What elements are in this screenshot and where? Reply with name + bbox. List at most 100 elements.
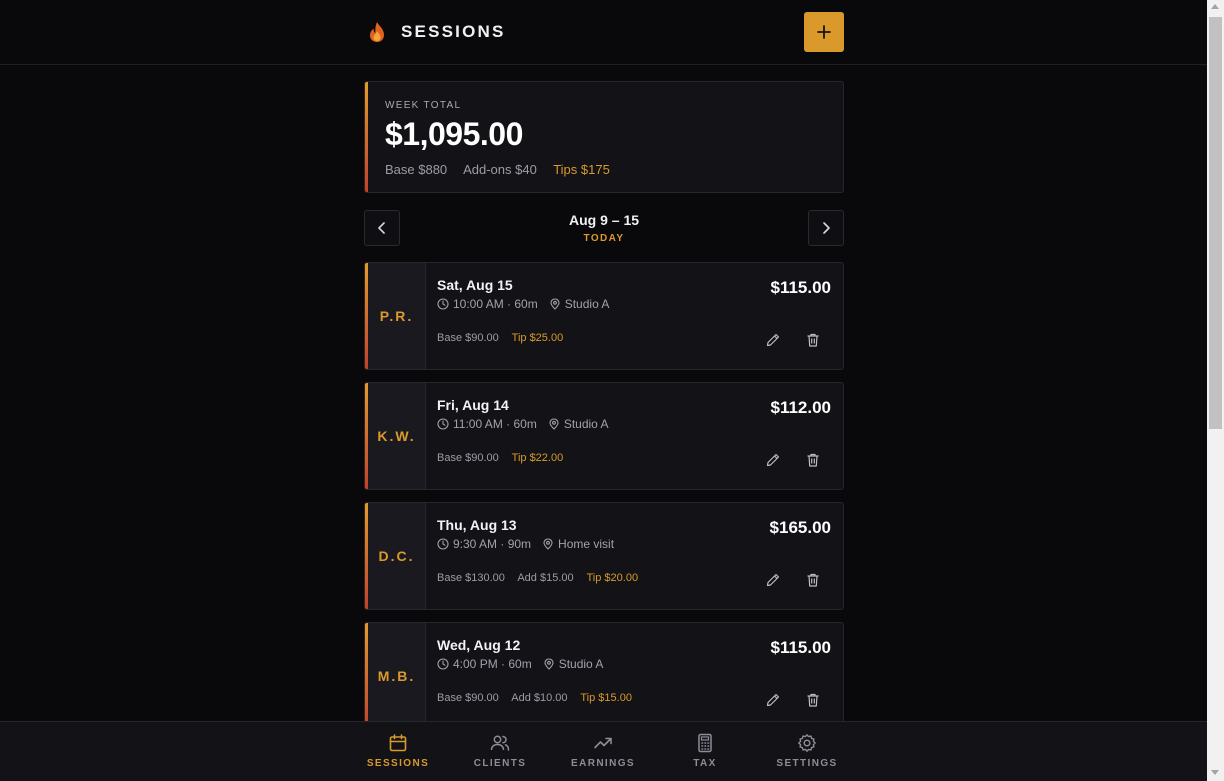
session-card[interactable]: D.C. Thu, Aug 13 9:30 AM · 90m Home visi…: [364, 502, 844, 610]
week-breakdown: Base $880 Add-ons $40 Tips $175: [385, 162, 623, 177]
next-week-button[interactable]: [808, 210, 844, 246]
tab-label: SESSIONS: [366, 758, 430, 769]
delete-session-button[interactable]: [802, 449, 824, 471]
edit-session-button[interactable]: [762, 329, 784, 351]
week-range: Aug 9 – 15: [568, 212, 640, 228]
client-initials-box: P.R.: [368, 263, 426, 369]
trending-up-icon: [594, 737, 612, 749]
chevron-right-icon: [823, 222, 830, 234]
week-total-label: WEEK TOTAL: [385, 100, 462, 111]
session-time: 4:00 PM · 60m: [453, 657, 532, 671]
session-tip: Tip $25.00: [511, 332, 564, 344]
session-time: 11:00 AM · 60m: [453, 417, 537, 431]
plus-icon: [817, 25, 831, 39]
trash-icon: [807, 693, 819, 707]
session-line-items: Base $130.00 Add $15.00 Tip $20.00: [437, 572, 648, 584]
client-initials-box: M.B.: [368, 623, 426, 729]
session-card[interactable]: P.R. Sat, Aug 15 10:00 AM · 60m Studio A…: [364, 262, 844, 370]
client-initials: M.B.: [377, 668, 416, 684]
scrollbar-thumb[interactable]: [1209, 17, 1222, 429]
page-scrollbar[interactable]: [1207, 0, 1224, 781]
session-line-items: Base $90.00 Add $10.00 Tip $15.00: [437, 692, 642, 704]
gear-icon: [798, 734, 816, 752]
bottom-nav: SESSIONS CLIENTS EARNINGS TAX SETTINGS: [0, 721, 1207, 781]
tab-label: TAX: [693, 758, 717, 769]
session-tip: Tip $20.00: [586, 572, 639, 584]
session-tip: Tip $15.00: [580, 692, 632, 704]
session-amount: $112.00: [770, 398, 831, 417]
session-base: Base $90.00: [437, 692, 499, 704]
session-base: Base $130.00: [437, 572, 505, 584]
trash-icon: [807, 333, 819, 347]
clock-icon: [437, 418, 449, 430]
clock-icon: [437, 298, 449, 310]
tab-earnings[interactable]: EARNINGS: [558, 722, 648, 781]
client-initials: D.C.: [378, 548, 415, 564]
flame-icon: [370, 22, 384, 42]
week-total-card: WEEK TOTAL $1,095.00 Base $880 Add-ons $…: [364, 81, 844, 193]
week-addons: Add-ons $40: [463, 162, 537, 177]
session-date: Thu, Aug 13: [437, 517, 517, 533]
scroll-down-arrow-icon[interactable]: [1211, 770, 1219, 775]
scroll-up-arrow-icon[interactable]: [1211, 4, 1219, 9]
session-amount: $165.00: [769, 518, 831, 537]
clock-icon: [437, 538, 449, 550]
delete-session-button[interactable]: [802, 329, 824, 351]
add-session-button[interactable]: [804, 12, 844, 52]
pencil-icon: [766, 693, 780, 707]
tab-label: SETTINGS: [776, 758, 838, 769]
tab-label: CLIENTS: [473, 758, 527, 769]
pencil-icon: [766, 573, 780, 587]
pencil-icon: [766, 453, 780, 467]
today-indicator: TODAY: [583, 233, 625, 244]
users-icon: [490, 735, 510, 751]
week-tips: Tips $175: [553, 162, 610, 177]
tab-sessions[interactable]: SESSIONS: [353, 722, 443, 781]
client-initials: P.R.: [379, 308, 414, 324]
session-date: Sat, Aug 15: [437, 277, 513, 293]
main-viewport: SESSIONS WEEK TOTAL $1,095.00 Base $880 …: [0, 0, 1207, 781]
session-amount: $115.00: [770, 638, 831, 657]
session-location: Studio A: [558, 657, 604, 671]
session-base: Base $90.00: [437, 332, 499, 344]
clock-icon: [437, 658, 449, 670]
client-initials-box: D.C.: [368, 503, 426, 609]
week-base: Base $880: [385, 162, 448, 177]
page-title: SESSIONS: [401, 22, 506, 41]
trash-icon: [807, 573, 819, 587]
edit-session-button[interactable]: [762, 689, 784, 711]
pencil-icon: [766, 333, 780, 347]
tab-clients[interactable]: CLIENTS: [455, 722, 545, 781]
header-inner: SESSIONS: [364, 0, 844, 64]
edit-session-button[interactable]: [762, 569, 784, 591]
session-location: Studio A: [564, 297, 610, 311]
map-pin-icon: [543, 538, 553, 550]
session-meta: 4:00 PM · 60m Studio A: [437, 657, 603, 671]
session-time: 9:30 AM · 90m: [453, 537, 532, 551]
delete-session-button[interactable]: [802, 689, 824, 711]
session-meta: 9:30 AM · 90m Home visit: [437, 537, 614, 551]
top-header: SESSIONS: [0, 0, 1207, 65]
session-line-items: Base $90.00 Tip $25.00: [437, 332, 573, 344]
calendar-icon: [389, 734, 407, 752]
map-pin-icon: [550, 298, 560, 310]
edit-session-button[interactable]: [762, 449, 784, 471]
tab-settings[interactable]: SETTINGS: [762, 722, 852, 781]
session-meta: 11:00 AM · 60m Studio A: [437, 417, 609, 431]
session-date: Wed, Aug 12: [437, 637, 521, 653]
client-initials: K.W.: [377, 428, 416, 444]
card-accent-bar: [365, 82, 368, 192]
session-card[interactable]: K.W. Fri, Aug 14 11:00 AM · 60m Studio A…: [364, 382, 844, 490]
week-total-amount: $1,095.00: [385, 116, 523, 152]
session-amount: $115.00: [770, 278, 831, 297]
session-card[interactable]: M.B. Wed, Aug 12 4:00 PM · 60m Studio A …: [364, 622, 844, 730]
session-tip: Tip $22.00: [511, 452, 564, 464]
client-initials-box: K.W.: [368, 383, 426, 489]
session-base: Base $90.00: [437, 452, 499, 464]
app-root: SESSIONS WEEK TOTAL $1,095.00 Base $880 …: [0, 0, 1224, 781]
session-location: Home visit: [558, 537, 615, 551]
delete-session-button[interactable]: [802, 569, 824, 591]
calculator-icon: [698, 733, 712, 753]
session-location: Studio A: [563, 417, 609, 431]
tab-tax[interactable]: TAX: [660, 722, 750, 781]
